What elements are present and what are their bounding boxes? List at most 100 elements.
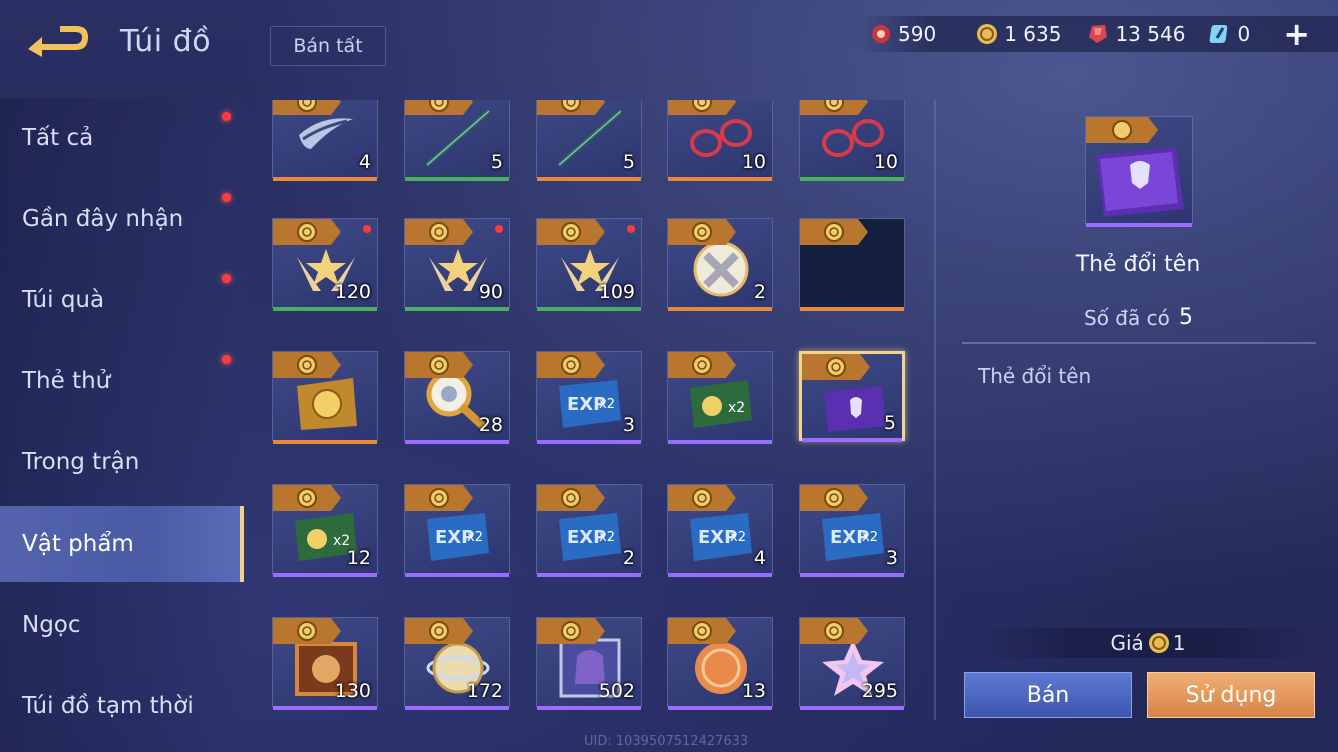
rarity-bar xyxy=(273,440,377,444)
rarity-bar xyxy=(537,706,641,710)
coin-tag-icon xyxy=(800,100,870,115)
item-count: 13 xyxy=(741,680,766,702)
sidebar-item-label: Tất cả xyxy=(22,125,94,151)
coin-tag-icon xyxy=(273,485,343,511)
coin-tag-icon xyxy=(537,100,607,115)
rarity-bar xyxy=(800,573,904,577)
sidebar: Tất cả Gần đây nhận Túi quà Thẻ thử Tron… xyxy=(0,98,244,752)
svg-text:x2: x2 xyxy=(599,397,615,412)
svg-text:x2: x2 xyxy=(467,530,483,545)
inventory-slot[interactable]: 10 xyxy=(799,100,905,181)
sidebar-item-recent[interactable]: Gần đây nhận xyxy=(0,181,244,257)
coin-tag-icon xyxy=(800,618,870,644)
item-count: 172 xyxy=(466,680,503,702)
item-grid: 4 5 5 10 10 120 90 109 2 28 EXP x2 3 x2 5 x2 12 EXP x2 EXP x… xyxy=(262,100,932,720)
item-count: 2 xyxy=(622,547,635,569)
inventory-slot[interactable]: EXP x2 3 xyxy=(799,484,905,577)
currency-value: 0 xyxy=(1237,22,1251,46)
rarity-bar xyxy=(273,307,377,311)
coin-tag-icon xyxy=(405,485,475,511)
inventory-slot[interactable]: 2 xyxy=(667,218,773,311)
inventory-slot[interactable]: 502 xyxy=(536,617,642,710)
sidebar-item-label: Thẻ thử xyxy=(22,368,111,394)
currency-crystal: 0 xyxy=(1209,22,1250,46)
svg-text:x2: x2 xyxy=(730,530,746,545)
sell-all-button[interactable]: Bán tất xyxy=(270,26,386,66)
inventory-slot[interactable]: EXP x2 2 xyxy=(536,484,642,577)
sell-button[interactable]: Bán xyxy=(964,672,1132,718)
inventory-slot[interactable] xyxy=(799,218,905,311)
item-count: 295 xyxy=(861,680,898,702)
rename-card-icon xyxy=(1086,117,1184,217)
currency-value: 1 635 xyxy=(1004,22,1062,46)
inventory-slot[interactable]: EXP x2 3 xyxy=(536,351,642,444)
rarity-bar xyxy=(273,706,377,710)
rarity-bar xyxy=(405,573,509,577)
rarity-bar xyxy=(668,706,772,710)
item-count: 5 xyxy=(490,151,503,173)
sidebar-item-items[interactable]: Vật phẩm xyxy=(0,506,244,582)
inventory-slot[interactable]: 5 xyxy=(799,351,905,442)
coin-tag-icon xyxy=(800,219,870,245)
inventory-slot[interactable]: 120 xyxy=(272,218,378,311)
sidebar-item-all[interactable]: Tất cả xyxy=(0,100,244,176)
item-count: 5 xyxy=(883,412,896,434)
add-currency-button[interactable]: + xyxy=(1283,18,1310,50)
rarity-bar xyxy=(668,573,772,577)
rarity-bar xyxy=(273,573,377,577)
rarity-bar xyxy=(800,177,904,181)
rarity-bar xyxy=(668,307,772,311)
owned-value: 5 xyxy=(1179,305,1193,330)
sidebar-item-label: Trong trận xyxy=(22,449,140,475)
inventory-slot[interactable]: 13 xyxy=(667,617,773,710)
panel-divider xyxy=(934,100,936,720)
item-count: 4 xyxy=(358,151,371,173)
inventory-slot[interactable]: x2 xyxy=(667,351,773,444)
sidebar-item-label: Ngọc xyxy=(22,612,81,638)
inventory-slot[interactable]: 28 xyxy=(404,351,510,444)
inventory-slot[interactable]: 10 xyxy=(667,100,773,181)
inventory-slot[interactable]: 90 xyxy=(404,218,510,311)
notification-dot xyxy=(495,225,503,233)
coin-tag-icon xyxy=(537,219,607,245)
currency-gem: 13 546 xyxy=(1087,22,1185,46)
coin-tag-icon xyxy=(537,485,607,511)
sidebar-item-label: Túi quà xyxy=(22,287,105,313)
item-count: 130 xyxy=(334,680,371,702)
sidebar-item-temp-bag[interactable]: Túi đồ tạm thời xyxy=(0,668,244,744)
item-count: 3 xyxy=(622,414,635,436)
currency-value: 590 xyxy=(898,22,937,46)
red-gem-icon xyxy=(1089,25,1108,43)
use-button[interactable]: Sử dụng xyxy=(1147,672,1315,718)
coin-tag-icon xyxy=(405,100,475,115)
item-count: 28 xyxy=(478,414,503,436)
inventory-slot[interactable]: EXP x2 xyxy=(404,484,510,577)
back-button[interactable] xyxy=(20,22,92,64)
svg-text:x2: x2 xyxy=(728,400,745,416)
sidebar-item-label: Gần đây nhận xyxy=(22,206,184,232)
inventory-slot[interactable]: 5 xyxy=(404,100,510,181)
inventory-slot[interactable]: 130 xyxy=(272,617,378,710)
item-count: 5 xyxy=(622,151,635,173)
inventory-slot[interactable]: 5 xyxy=(536,100,642,181)
inventory-slot[interactable]: 295 xyxy=(799,617,905,710)
coin-tag-icon xyxy=(537,618,607,644)
notification-dot xyxy=(363,225,371,233)
sidebar-item-label: Vật phẩm xyxy=(22,531,134,557)
inventory-slot[interactable]: 4 xyxy=(272,100,378,181)
inventory-slot[interactable]: EXP x2 4 xyxy=(667,484,773,577)
rarity-bar xyxy=(405,307,509,311)
svg-text:x2: x2 xyxy=(862,530,878,545)
sidebar-item-trial-cards[interactable]: Thẻ thử xyxy=(0,343,244,419)
inventory-slot[interactable]: 109 xyxy=(536,218,642,311)
inventory-slot[interactable] xyxy=(272,351,378,444)
sidebar-item-gems[interactable]: Ngọc xyxy=(0,587,244,663)
inventory-slot[interactable]: 172 xyxy=(404,617,510,710)
gold-coin-icon xyxy=(977,24,998,44)
sidebar-item-gift-bag[interactable]: Túi quà xyxy=(0,262,244,338)
page-title: Túi đồ xyxy=(120,24,212,59)
currency-value: 13 546 xyxy=(1115,22,1186,46)
sidebar-item-in-match[interactable]: Trong trận xyxy=(0,424,244,500)
inventory-slot[interactable]: x2 12 xyxy=(272,484,378,577)
owned-label: Số đã có xyxy=(1084,306,1170,330)
